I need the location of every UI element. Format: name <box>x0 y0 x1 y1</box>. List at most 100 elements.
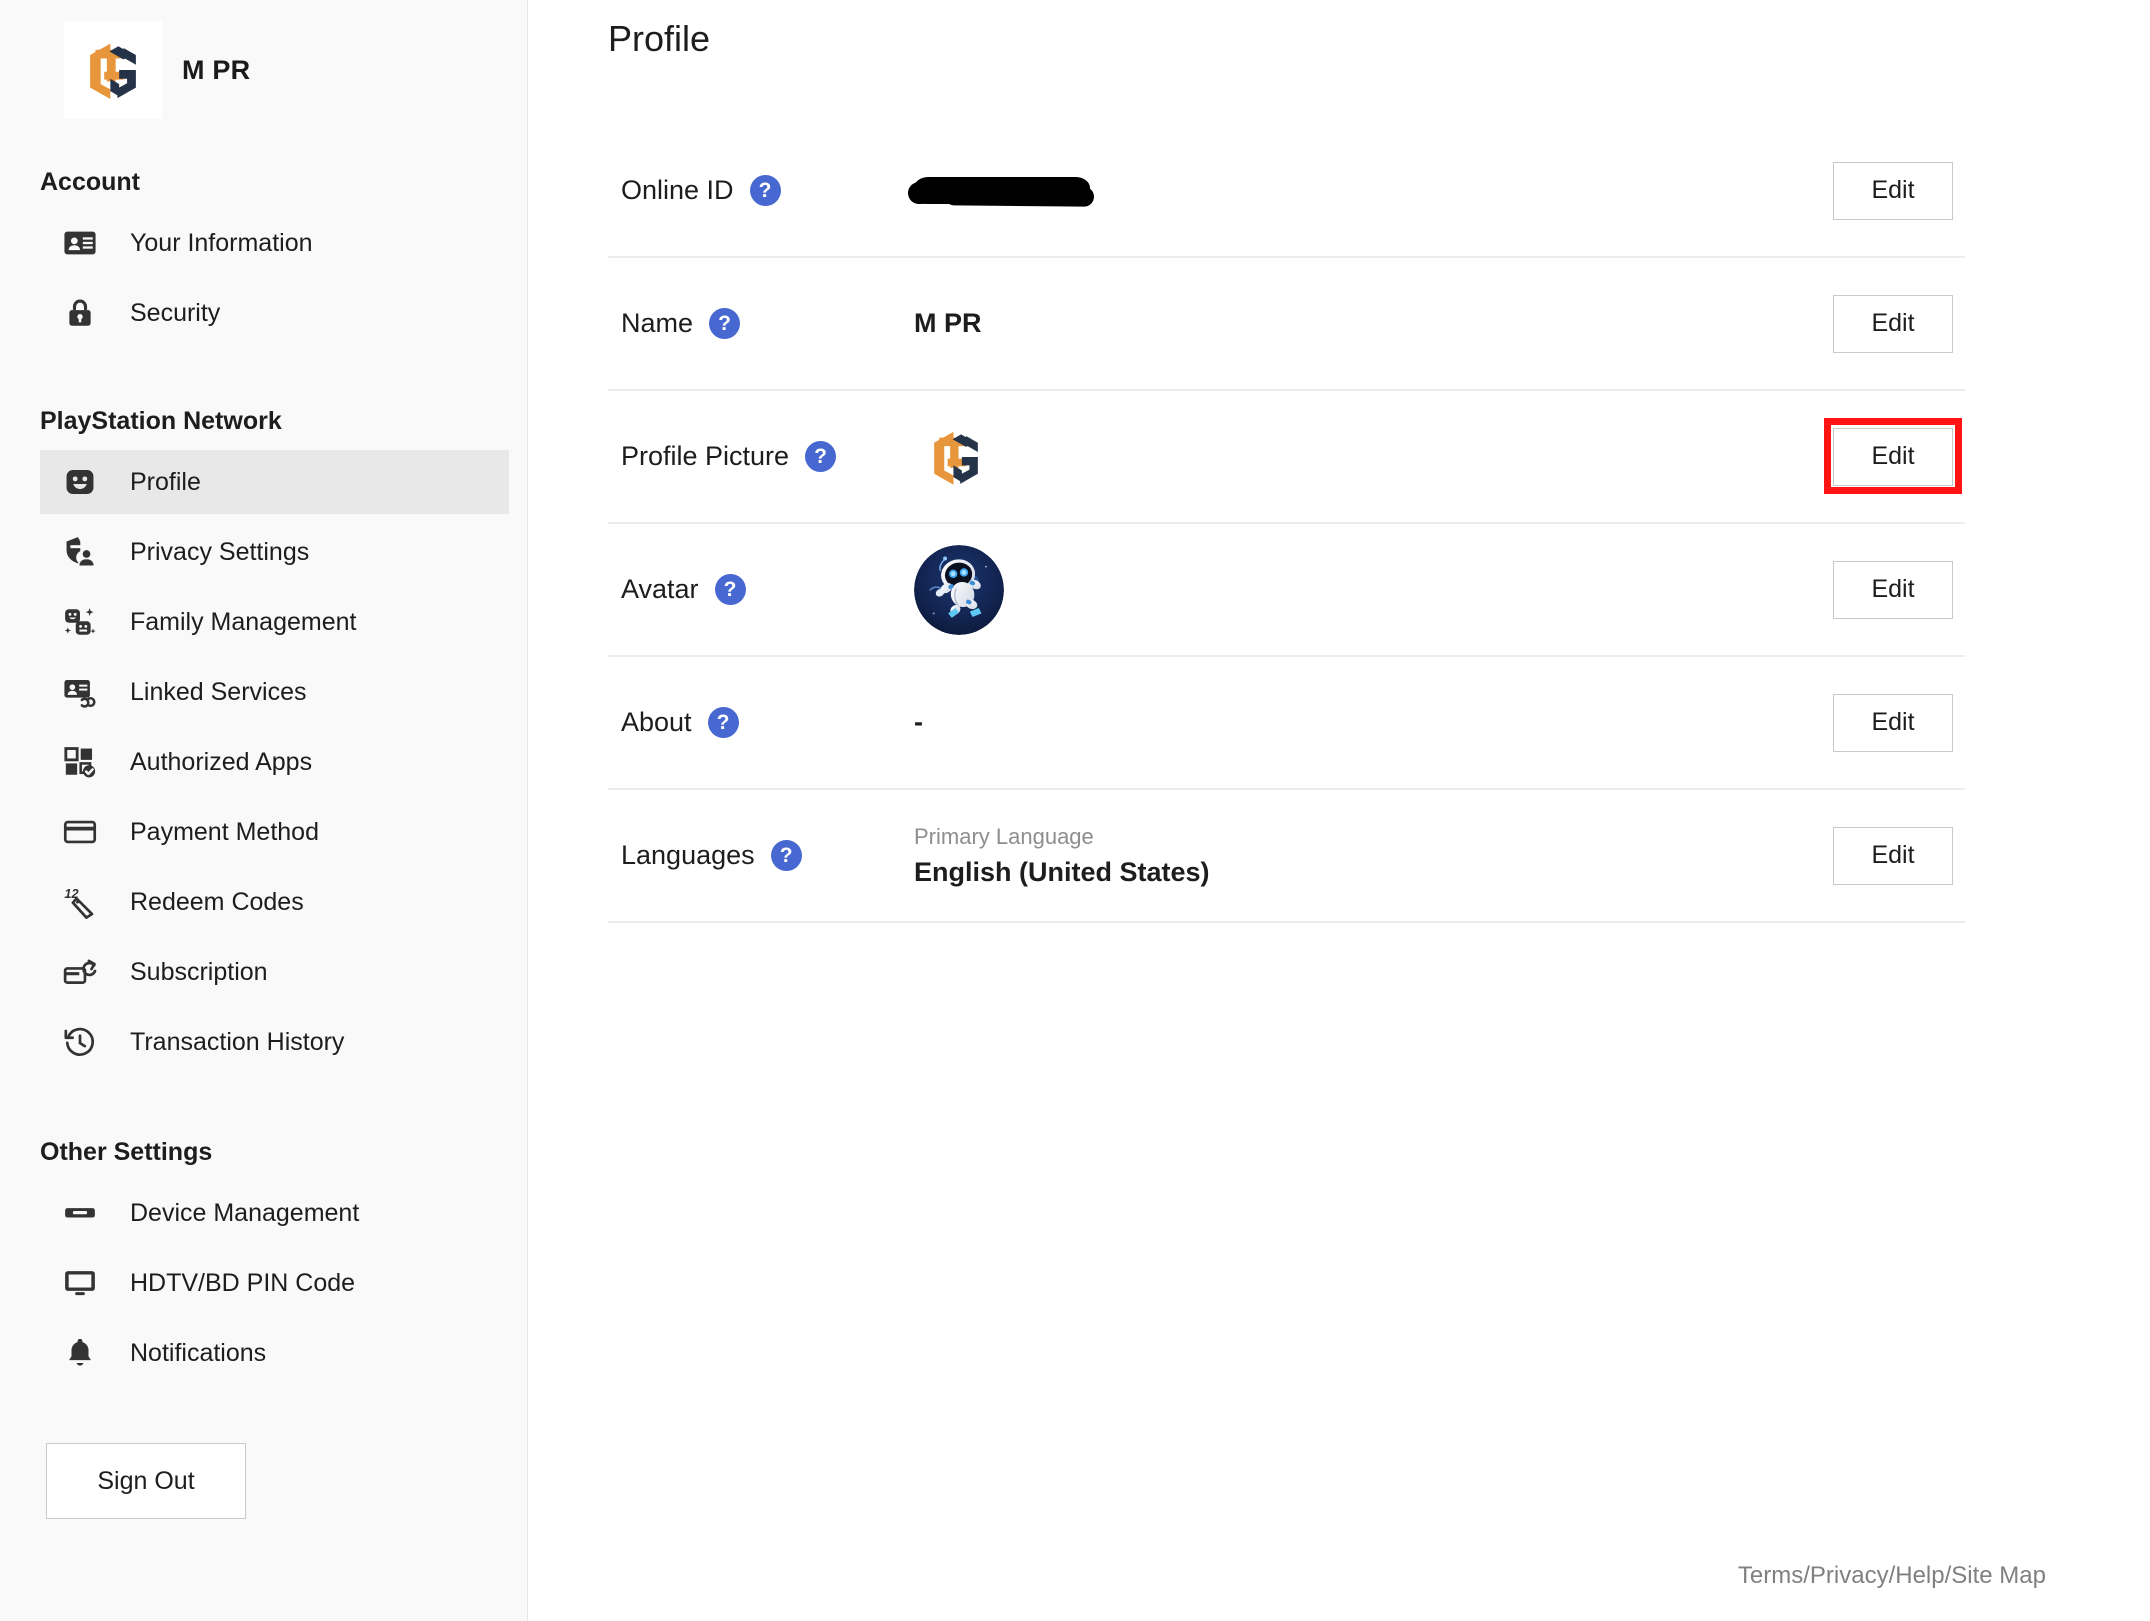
sidebar: M PR Account Your Information Security P… <box>0 0 528 1621</box>
row-label: Profile Picture <box>621 441 790 471</box>
profile-rows: Online ID ? Edit Name ? M PR Edit Profil… <box>608 125 1965 923</box>
edit-avatar-button[interactable]: Edit <box>1833 560 1953 619</box>
nav-list-other: Device Management HDTV/BD PIN Code Notif… <box>0 1181 527 1385</box>
sidebar-item-notifications[interactable]: Notifications <box>40 1321 509 1385</box>
sidebar-item-redeem-codes[interactable]: 12 Redeem Codes <box>40 870 509 934</box>
sidebar-item-label: Notifications <box>130 1338 267 1367</box>
sidebar-item-family-management[interactable]: Family Management <box>40 590 509 654</box>
sidebar-item-hdtv-bd-pin-code[interactable]: HDTV/BD PIN Code <box>40 1251 509 1315</box>
row-label: Online ID <box>621 175 734 205</box>
footer-links[interactable]: Terms/Privacy/Help/Site Map <box>1738 1562 2046 1590</box>
profile-row-online-id: Online ID ? Edit <box>608 125 1965 258</box>
profile-row-name: Name ? M PR Edit <box>608 258 1965 391</box>
credit-card-icon <box>60 812 100 852</box>
nav-list-account: Your Information Security <box>0 211 527 345</box>
edit-profile-picture-button[interactable]: Edit <box>1833 427 1953 486</box>
edit-online-id-button[interactable]: Edit <box>1833 161 1953 220</box>
sidebar-item-label: Subscription <box>130 957 268 986</box>
edit-languages-button[interactable]: Edit <box>1833 826 1953 885</box>
edit-name-button[interactable]: Edit <box>1833 294 1953 353</box>
sidebar-item-payment-method[interactable]: Payment Method <box>40 800 509 864</box>
language-block: Primary Language English (United States) <box>914 824 1210 888</box>
page-root: M PR Account Your Information Security P… <box>0 0 2150 1621</box>
help-icon[interactable]: ? <box>770 840 802 871</box>
row-action-container: Edit <box>1833 294 1965 353</box>
sidebar-item-authorized-apps[interactable]: Authorized Apps <box>40 730 509 794</box>
row-label: Name <box>621 308 694 338</box>
main-content: Profile Online ID ? Edit Name ? M PR Edi… <box>528 0 2150 1621</box>
help-icon[interactable]: ? <box>707 707 739 738</box>
row-action-container: Edit <box>1833 826 1965 885</box>
sidebar-item-transaction-history[interactable]: Transaction History <box>40 1010 509 1074</box>
row-value-container <box>902 177 1833 204</box>
nav-group-title-account: Account <box>40 168 140 196</box>
row-label-container: Avatar ? <box>608 574 902 605</box>
sidebar-item-label: Security <box>130 298 221 327</box>
sidebar-item-label: Family Management <box>130 607 357 636</box>
id-card-link-icon <box>60 672 100 712</box>
sidebar-item-subscription[interactable]: Subscription <box>40 940 509 1004</box>
sidebar-item-label: Authorized Apps <box>130 747 313 776</box>
sidebar-item-label: Your Information <box>130 228 313 257</box>
row-label: Avatar <box>621 574 699 604</box>
avatar <box>914 544 1004 635</box>
card-refresh-icon <box>60 952 100 992</box>
row-label: Languages <box>621 840 755 870</box>
row-action-container: Edit <box>1824 417 1965 494</box>
row-label-container: About ? <box>608 707 902 738</box>
monitor-icon <box>60 1263 100 1303</box>
apps-check-icon <box>60 742 100 782</box>
brand-header: M PR <box>0 0 527 120</box>
row-action-container: Edit <box>1833 161 1965 220</box>
row-label: About <box>621 707 692 737</box>
sidebar-item-label: HDTV/BD PIN Code <box>130 1268 356 1297</box>
help-icon[interactable]: ? <box>749 175 781 206</box>
id-card-icon <box>60 223 100 263</box>
profile-row-avatar: Avatar ? Edit <box>608 524 1965 657</box>
profile-row-languages: Languages ? Primary Language English (Un… <box>608 790 1965 923</box>
family-faces-icon <box>60 602 100 642</box>
sign-out-button[interactable]: Sign Out <box>46 1443 246 1519</box>
help-icon[interactable]: ? <box>805 441 837 472</box>
page-title: Profile <box>608 18 711 59</box>
nav-group-title-psn: PlayStation Network <box>40 407 282 435</box>
about-value: - <box>914 707 923 737</box>
sidebar-item-privacy-settings[interactable]: Privacy Settings <box>40 520 509 584</box>
price-tag-12-icon: 12 <box>60 882 100 922</box>
bell-icon <box>60 1333 100 1373</box>
sidebar-item-your-information[interactable]: Your Information <box>40 211 509 275</box>
sidebar-item-label: Privacy Settings <box>130 537 310 566</box>
row-value-container <box>902 544 1833 635</box>
profile-picture-logo-icon <box>914 415 998 499</box>
help-icon[interactable]: ? <box>714 574 746 605</box>
help-icon[interactable]: ? <box>709 308 741 339</box>
brand-name: M PR <box>182 54 251 85</box>
shield-person-icon <box>60 532 100 572</box>
sidebar-item-label: Linked Services <box>130 677 307 706</box>
row-action-container: Edit <box>1833 560 1965 619</box>
sidebar-item-security[interactable]: Security <box>40 281 509 345</box>
edit-about-button[interactable]: Edit <box>1833 693 1953 752</box>
name-value: M PR <box>914 308 982 338</box>
row-value-container <box>902 415 1833 499</box>
lock-icon <box>60 293 100 333</box>
sidebar-item-linked-services[interactable]: Linked Services <box>40 660 509 724</box>
sidebar-item-profile[interactable]: Profile <box>40 450 509 514</box>
primary-language-value: English (United States) <box>914 856 1210 887</box>
sidebar-item-label: Redeem Codes <box>130 887 304 916</box>
row-value-container: M PR <box>902 308 1833 339</box>
row-label-container: Languages ? <box>608 840 902 871</box>
sign-out-container: Sign Out <box>0 1443 527 1519</box>
footer-links-text[interactable]: Terms/Privacy/Help/Site Map <box>1738 1562 2046 1589</box>
row-value-container: Primary Language English (United States) <box>902 824 1833 888</box>
smiley-face-icon <box>60 462 100 502</box>
sidebar-item-label: Profile <box>130 467 201 496</box>
sidebar-item-label: Device Management <box>130 1198 360 1227</box>
sidebar-item-device-management[interactable]: Device Management <box>40 1181 509 1245</box>
nav-group-title-other: Other Settings <box>40 1138 213 1166</box>
hexagon-monogram-logo-icon <box>64 21 162 119</box>
sidebar-item-label: Transaction History <box>130 1027 345 1056</box>
redacted-online-id-value <box>914 177 1090 204</box>
sidebar-item-label: Payment Method <box>130 817 319 846</box>
profile-row-about: About ? - Edit <box>608 657 1965 790</box>
